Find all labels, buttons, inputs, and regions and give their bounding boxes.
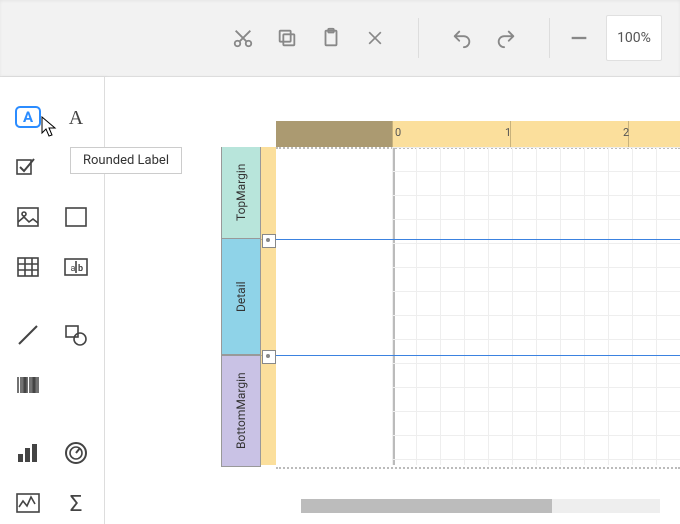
richtext-tool[interactable]: ab <box>57 249 95 285</box>
ruler-tick-1: 1 <box>505 126 511 139</box>
top-toolbar: 100% <box>0 0 680 77</box>
sparkline-tool[interactable] <box>9 485 47 521</box>
tooltip: Rounded Label <box>70 147 182 174</box>
band-divider-1[interactable] <box>276 239 680 240</box>
svg-text:A: A <box>23 108 34 126</box>
band-topmargin[interactable]: TopMargin <box>221 147 261 239</box>
main-area: A A ab Σ <box>0 77 680 524</box>
zoom-input[interactable]: 100% <box>606 15 662 61</box>
svg-text:A: A <box>69 107 84 129</box>
horizontal-ruler-active[interactable]: 0 1 2 3 <box>392 121 680 147</box>
canvas-area: 0 1 2 3 TopMargin Detail BottomMargin <box>105 77 680 524</box>
barcode-tool[interactable] <box>9 367 47 403</box>
zoom-out-button[interactable] <box>564 23 594 53</box>
toolbox: A A ab Σ <box>0 77 105 524</box>
gauge-tool[interactable] <box>57 435 95 471</box>
resize-handle[interactable] <box>262 350 276 364</box>
design-surface[interactable] <box>276 147 680 524</box>
ruler-tick-0: 0 <box>395 126 401 139</box>
vertical-ruler[interactable] <box>261 147 277 465</box>
ruler-tick-2: 2 <box>623 126 629 139</box>
redo-button[interactable] <box>491 23 521 53</box>
svg-text:Σ: Σ <box>70 492 83 515</box>
band-divider-2[interactable] <box>276 355 680 356</box>
rounded-label-tool[interactable]: A <box>9 99 47 135</box>
line-tool[interactable] <box>9 317 47 353</box>
scrollbar-thumb[interactable] <box>301 499 552 513</box>
band-detail[interactable]: Detail <box>221 239 261 355</box>
undo-button[interactable] <box>447 23 477 53</box>
panel-tool[interactable] <box>57 199 95 235</box>
svg-text:a: a <box>71 264 76 274</box>
band-bottommargin[interactable]: BottomMargin <box>221 355 261 467</box>
paste-button[interactable] <box>316 23 346 53</box>
copy-button[interactable] <box>272 23 302 53</box>
separator <box>418 18 419 58</box>
resize-handle[interactable] <box>262 234 276 248</box>
svg-text:b: b <box>78 264 83 274</box>
checkbox-tool[interactable] <box>9 149 47 185</box>
horizontal-scrollbar[interactable] <box>301 499 660 513</box>
cut-button[interactable] <box>228 23 258 53</box>
picture-tool[interactable] <box>9 199 47 235</box>
chart-tool[interactable] <box>9 435 47 471</box>
separator <box>549 18 550 58</box>
delete-button[interactable] <box>360 23 390 53</box>
band-labels: TopMargin Detail BottomMargin <box>221 147 261 467</box>
pivot-tool[interactable]: Σ <box>57 485 95 521</box>
table-tool[interactable] <box>9 249 47 285</box>
label-tool[interactable]: A <box>57 99 95 135</box>
shape-tool[interactable] <box>57 317 95 353</box>
blank-tool-2 <box>57 367 95 403</box>
